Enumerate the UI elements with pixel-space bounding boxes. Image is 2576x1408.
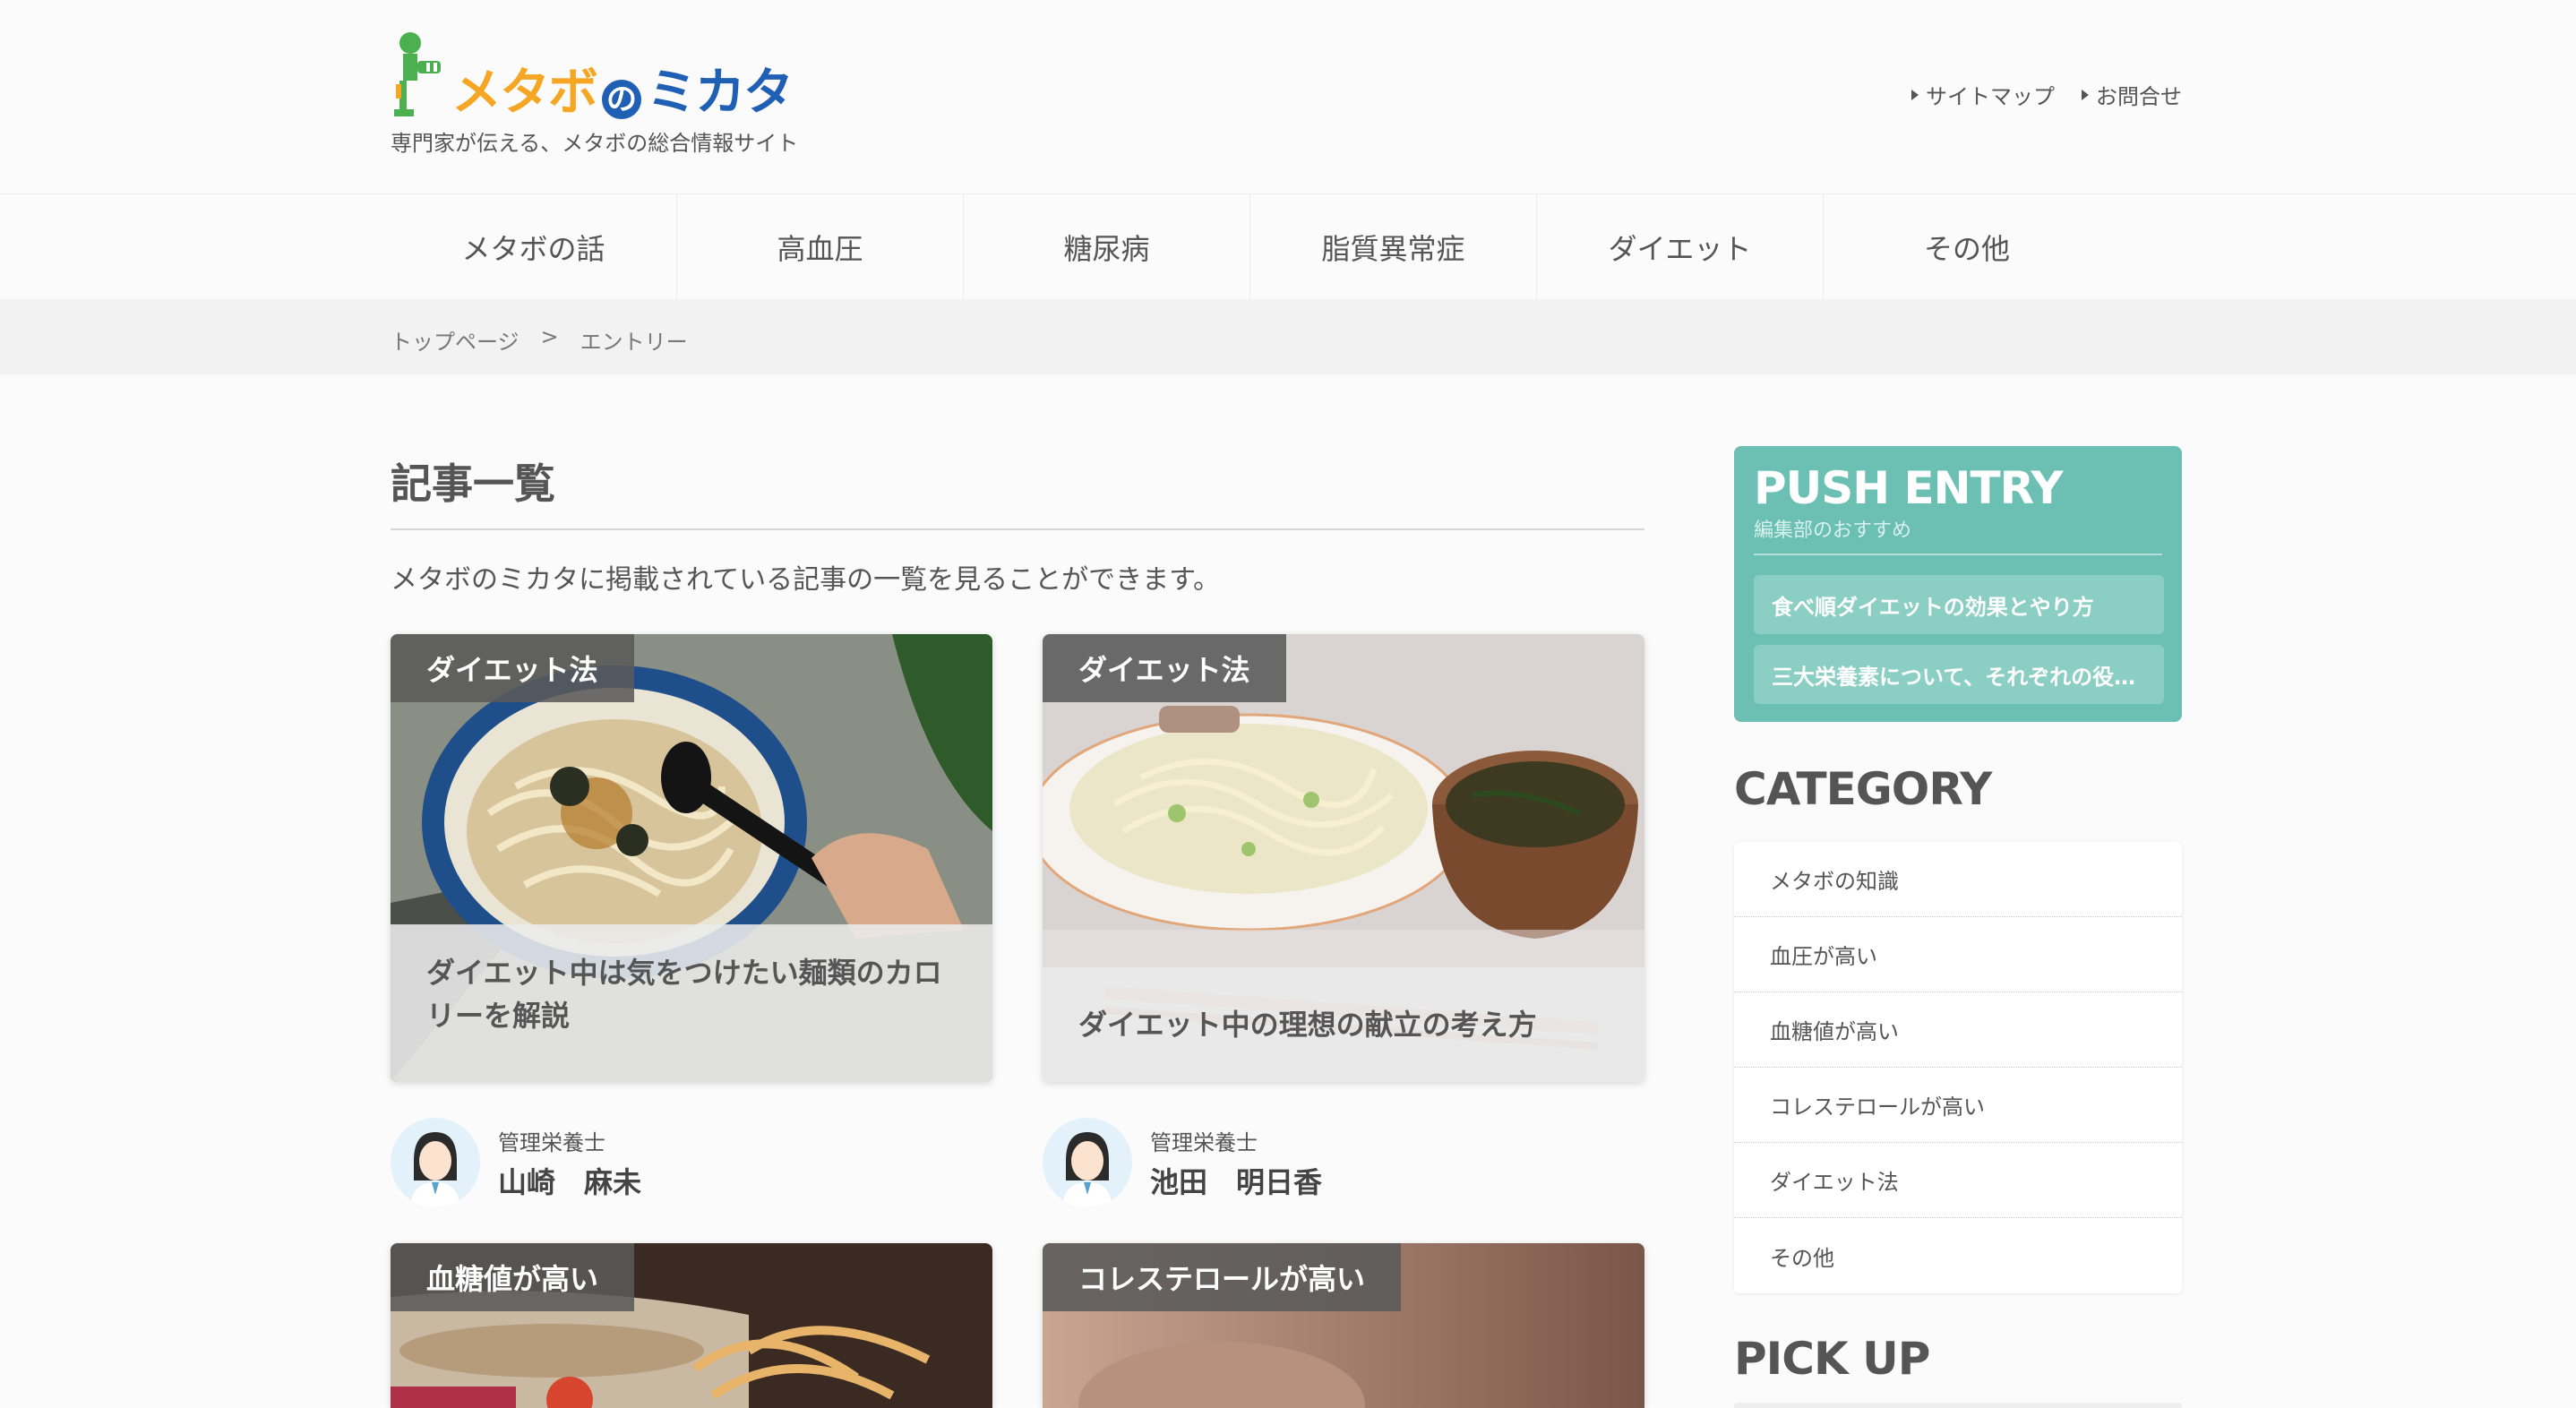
category-item[interactable]: メタボの知識	[1734, 842, 2182, 917]
article-title: ダイエット中は気をつけたい麺類のカロリーを解説	[391, 924, 992, 1082]
pickup-heading: PICK UP	[1734, 1333, 1930, 1385]
logo-part-2: の	[602, 80, 641, 119]
article-author[interactable]: 管理栄養士 山崎 麻未	[391, 1118, 641, 1207]
author-role: 管理栄養士	[1150, 1129, 1258, 1155]
nav-item-hypertension[interactable]: 高血圧	[677, 194, 964, 300]
author-avatar	[391, 1118, 480, 1207]
caret-right-icon	[2082, 89, 2089, 100]
category-badge: 血糖値が高い	[391, 1243, 635, 1311]
site-logo[interactable]: メタボ の ミカタ	[391, 30, 794, 122]
mascot-icon	[394, 32, 441, 116]
category-list: メタボの知識 血圧が高い 血糖値が高い コレステロールが高い ダイエット法 その…	[1734, 842, 2182, 1293]
site-header: メタボ の ミカタ 専門家が伝える、メタボの総合情報サイト サイトマップ お問合…	[0, 0, 2576, 193]
nav-item-diet[interactable]: ダイエット	[1537, 194, 1824, 300]
page-title: 記事一覧	[391, 459, 555, 508]
nav-item-diabetes[interactable]: 糖尿病	[964, 194, 1250, 300]
article-card[interactable]: コレステロールが高い	[1043, 1243, 1644, 1408]
category-badge: コレステロールが高い	[1043, 1243, 1402, 1311]
utility-nav: サイトマップ お問合せ	[1911, 79, 2182, 110]
breadcrumb-separator: >	[540, 324, 559, 349]
category-heading: CATEGORY	[1734, 763, 1992, 815]
nav-item-other[interactable]: その他	[1824, 194, 2110, 300]
nav-item-metabo[interactable]: メタボの話	[391, 194, 677, 300]
nav-item-dyslipidemia[interactable]: 脂質異常症	[1250, 194, 1537, 300]
logo-part-3: ミカタ	[647, 64, 794, 122]
article-author[interactable]: 管理栄養士 池田 明日香	[1043, 1118, 1322, 1207]
category-item[interactable]: 血糖値が高い	[1734, 992, 2182, 1068]
contact-link[interactable]: お問合せ	[2082, 79, 2182, 110]
breadcrumb-current: エントリー	[580, 330, 688, 355]
logo-wordmark: メタボ の ミカタ	[451, 52, 794, 122]
article-card[interactable]: ダイエット法 ダイエット中の理想の献立の考え方	[1043, 634, 1644, 1082]
author-avatar	[1043, 1118, 1132, 1207]
contact-label: お問合せ	[2096, 84, 2182, 109]
category-badge: ダイエット法	[391, 634, 634, 702]
push-entry-link[interactable]: 食べ順ダイエットの効果とやり方	[1754, 575, 2164, 634]
push-entry-link[interactable]: 三大栄養素について、それぞれの役…	[1754, 645, 2164, 704]
article-card[interactable]: 血糖値が高い	[391, 1243, 992, 1408]
author-role: 管理栄養士	[498, 1129, 605, 1155]
category-item[interactable]: その他	[1734, 1218, 2182, 1293]
category-item[interactable]: コレステロールが高い	[1734, 1068, 2182, 1143]
breadcrumb: トップページ > エントリー	[391, 324, 688, 356]
push-entry-box: PUSH ENTRY 編集部のおすすめ 食べ順ダイエットの効果とやり方 三大栄養…	[1734, 446, 2182, 722]
push-entry-subtitle: 編集部のおすすめ	[1754, 519, 1912, 542]
author-name: 池田 明日香	[1150, 1164, 1323, 1199]
page-lead: メタボのミカタに掲載されている記事の一覧を見ることができます。	[391, 564, 1221, 596]
category-item[interactable]: 血圧が高い	[1734, 917, 2182, 992]
breadcrumb-bar: トップページ > エントリー	[0, 299, 2576, 374]
push-entry-title: PUSH ENTRY	[1754, 462, 2064, 514]
caret-right-icon	[1911, 89, 1919, 100]
article-card[interactable]: ダイエット法 ダイエット中は気をつけたい麺類のカロリーを解説	[391, 634, 992, 1082]
global-nav: メタボの話 高血圧 糖尿病 脂質異常症 ダイエット その他	[0, 193, 2576, 300]
breadcrumb-home[interactable]: トップページ	[391, 324, 519, 356]
pickup-divider	[1734, 1403, 2182, 1408]
category-badge: ダイエット法	[1043, 634, 1286, 702]
push-entry-divider	[1754, 554, 2162, 555]
title-divider	[391, 528, 1644, 530]
logo-part-1: メタボ	[451, 64, 598, 122]
sitemap-link[interactable]: サイトマップ	[1911, 79, 2055, 110]
site-tagline: 専門家が伝える、メタボの総合情報サイト	[391, 131, 799, 156]
article-title: ダイエット中の理想の献立の考え方	[1043, 967, 1644, 1082]
author-name: 山崎 麻未	[498, 1164, 642, 1199]
category-item[interactable]: ダイエット法	[1734, 1143, 2182, 1218]
sitemap-label: サイトマップ	[1926, 84, 2055, 109]
